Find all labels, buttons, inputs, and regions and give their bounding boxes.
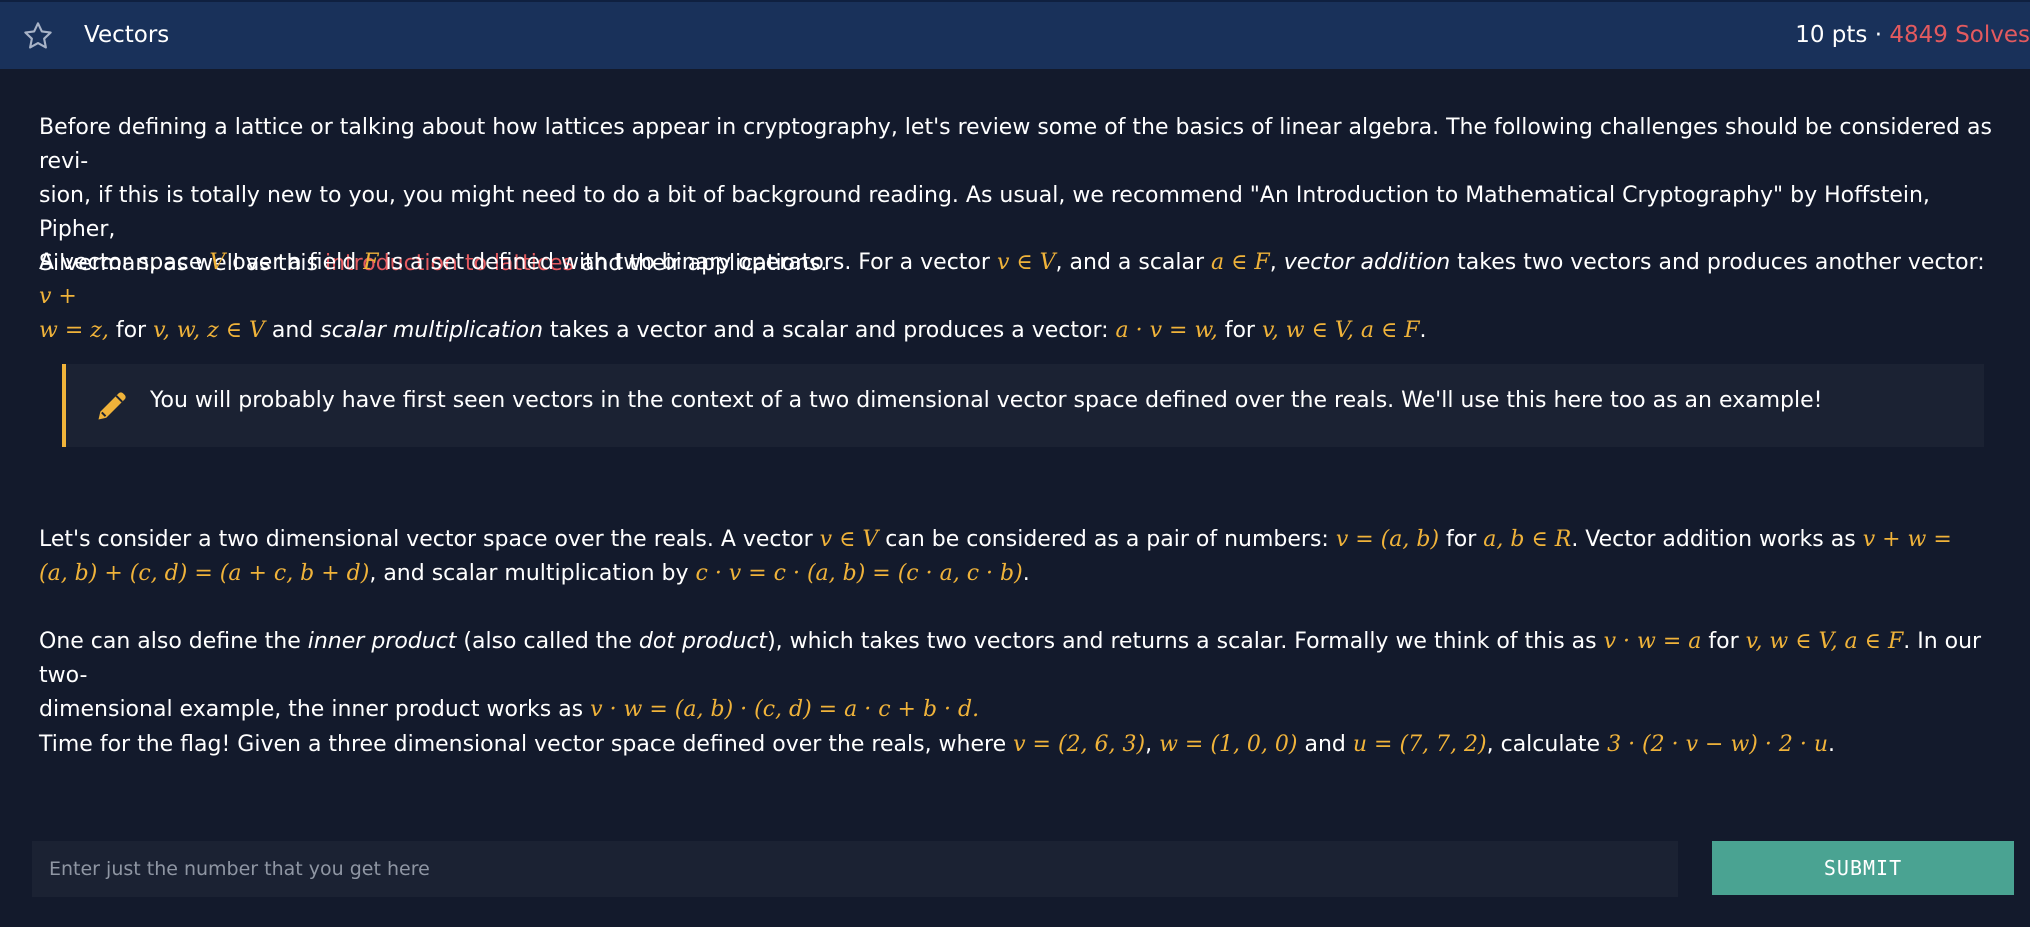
- points-and-solves: 10 pts · 4849 Solves: [1795, 22, 2030, 48]
- emphasis-scalar-multiplication: scalar multiplication: [320, 318, 544, 343]
- math-expression: v ∈ V: [819, 527, 879, 552]
- text: is a set defined with two binary operato…: [378, 250, 997, 275]
- text: and: [264, 318, 321, 343]
- math-expression: v = (2, 6, 3): [1013, 732, 1146, 757]
- text: . Vector addition works as: [1571, 527, 1863, 552]
- vector-space-definition: A vector space V over a field F is a set…: [39, 246, 2004, 348]
- star-outline-icon[interactable]: [22, 20, 54, 52]
- emphasis-vector-addition: vector addition: [1283, 250, 1451, 275]
- text: Time for the flag! Given a three dimensi…: [39, 732, 1014, 757]
- math-expression: v ∈ V: [996, 250, 1056, 275]
- math-expression: v · w = a: [1603, 629, 1702, 654]
- text: and: [1297, 732, 1353, 757]
- text: for: [1217, 318, 1262, 343]
- inner-product-paragraph: One can also define the inner product (a…: [39, 625, 2004, 727]
- flag-answer-input[interactable]: [32, 841, 1678, 897]
- text: ,: [1269, 250, 1284, 275]
- note-text: You will probably have first seen vector…: [150, 388, 1823, 413]
- math-expression: v · w = (a, b) · (c, d) = a · c + b · d.: [590, 697, 980, 722]
- text: , calculate: [1486, 732, 1608, 757]
- points-value: 10 pts: [1795, 22, 1868, 48]
- emphasis-inner-product: inner product: [307, 629, 457, 654]
- text: (also called the: [456, 629, 639, 654]
- math-expression: w = z,: [39, 318, 109, 343]
- math-expression: F: [363, 250, 379, 275]
- math-expression: a · v = w,: [1115, 318, 1218, 343]
- math-expression: w = (1, 0, 0): [1159, 732, 1298, 757]
- text: One can also define the: [39, 629, 308, 654]
- math-expression: v + w =: [1862, 527, 1952, 552]
- separator-dot: ·: [1874, 22, 1883, 48]
- intro-line-1: Before defining a lattice or talking abo…: [39, 115, 1992, 174]
- emphasis-dot-product: dot product: [638, 629, 768, 654]
- pencil-icon: [98, 392, 126, 420]
- challenge-title: Vectors: [84, 22, 170, 48]
- text: for: [1439, 527, 1484, 552]
- math-expression: u = (7, 7, 2): [1352, 732, 1487, 757]
- intro-line-2: sion, if this is totally new to you, you…: [39, 183, 1930, 242]
- text: ), which takes two vectors and returns a…: [767, 629, 1604, 654]
- text: dimensional example, the inner product w…: [39, 697, 591, 722]
- text: .: [1022, 561, 1030, 586]
- math-expression: 3 · (2 · v − w) · 2 · u: [1607, 732, 1829, 757]
- math-expression: v = (a, b): [1335, 527, 1440, 552]
- text: for: [108, 318, 154, 343]
- text: over a field: [225, 250, 364, 275]
- math-expression: (a, b) + (c, d) = (a + c, b + d): [39, 561, 370, 586]
- math-expression: v, w, z ∈ V: [153, 318, 265, 343]
- text: for: [1701, 629, 1746, 654]
- two-dimensional-example: Let's consider a two dimensional vector …: [39, 523, 2004, 591]
- math-expression: v +: [39, 284, 77, 309]
- math-expression: v, w ∈ V, a ∈ F: [1261, 318, 1420, 343]
- text: .: [1419, 318, 1427, 343]
- solves-count: 4849 Solves: [1889, 22, 2030, 48]
- note-callout: You will probably have first seen vector…: [62, 364, 1984, 447]
- math-expression: c · v = c · (a, b) = (c · a, c · b): [695, 561, 1023, 586]
- text: , and a scalar: [1055, 250, 1212, 275]
- math-expression: a ∈ F: [1211, 250, 1270, 275]
- text: takes a vector and a scalar and produces…: [543, 318, 1116, 343]
- flag-question: Time for the flag! Given a three dimensi…: [39, 728, 2004, 762]
- text: can be considered as a pair of numbers:: [878, 527, 1336, 552]
- text: ,: [1145, 732, 1160, 757]
- text: , and scalar multiplication by: [369, 561, 696, 586]
- text: A vector space: [39, 250, 210, 275]
- math-expression: v, w ∈ V, a ∈ F: [1745, 629, 1904, 654]
- text: Let's consider a two dimensional vector …: [39, 527, 820, 552]
- submit-button[interactable]: SUBMIT: [1712, 841, 2014, 895]
- text: .: [1828, 732, 1836, 757]
- text: takes two vectors and produces another v…: [1450, 250, 1985, 275]
- math-expression: a, b ∈ R: [1483, 527, 1572, 552]
- challenge-header: Vectors 10 pts · 4849 Solves: [0, 0, 2030, 69]
- math-expression: V: [209, 250, 226, 275]
